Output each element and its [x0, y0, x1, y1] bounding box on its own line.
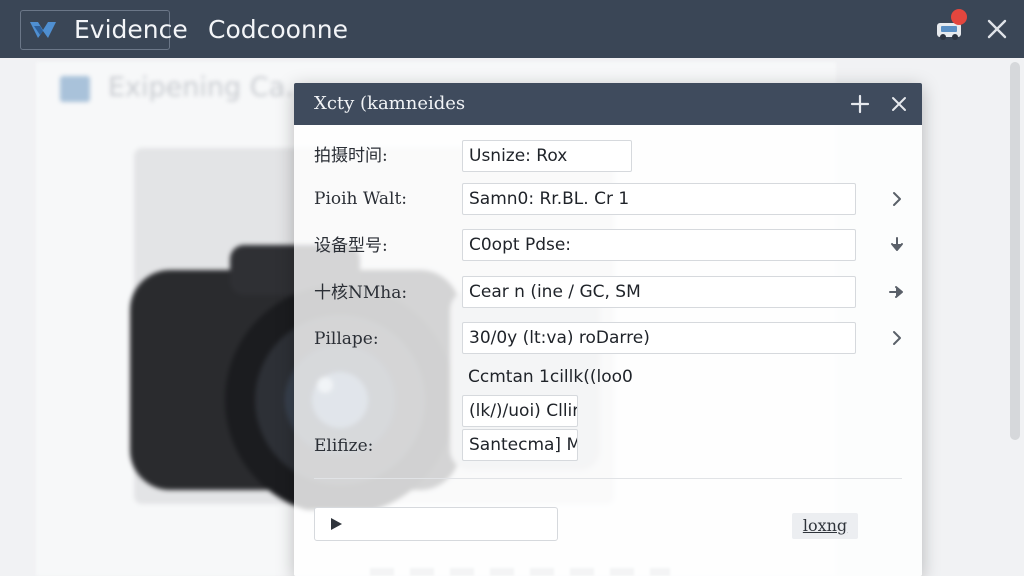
- add-icon[interactable]: [848, 92, 872, 116]
- brand-logo-icon: [30, 22, 56, 38]
- field-label-device-model: 设备型号:: [314, 236, 388, 256]
- background-heading: Exipening Ca...: [108, 72, 311, 103]
- chevron-right-icon[interactable]: [888, 190, 906, 208]
- field-value-capture-time[interactable]: Usnize: Rox: [462, 140, 632, 172]
- dialog-header: Xcty (kamneides: [294, 83, 922, 125]
- field-value-pillape[interactable]: 30/0y (lt:va) roDarre): [462, 322, 856, 354]
- field-label-elifize: Elifize:: [314, 436, 374, 456]
- field-value-device-model[interactable]: C0opt Pdse:: [462, 229, 856, 261]
- field-label-pillape: Pillape:: [314, 329, 379, 349]
- dialog-title: Xcty (kamneides: [314, 93, 466, 114]
- field-value-extra-2[interactable]: (lk/)/uoi) Cllire: [462, 395, 578, 427]
- background-heading-icon: [60, 76, 90, 102]
- app-title: Codcoonne: [208, 15, 349, 44]
- close-icon[interactable]: [890, 95, 908, 113]
- field-value-elifize[interactable]: Santecma] M: [462, 429, 578, 461]
- field-value-photo-width[interactable]: Samn0: Rr.BL. Cr 1: [462, 183, 856, 215]
- brand-title: Evidence: [74, 15, 188, 44]
- play-icon: [331, 518, 342, 530]
- chevron-right-icon[interactable]: [888, 329, 906, 347]
- app-header: Evidence Codcoonne: [0, 0, 1024, 58]
- arrow-right-icon[interactable]: [888, 283, 906, 301]
- field-label-photo-width: Pioih Walt:: [314, 189, 408, 209]
- field-label-capture-time: 拍摄时间:: [314, 146, 388, 166]
- arrow-down-icon[interactable]: [888, 236, 906, 254]
- field-value-core[interactable]: Cear n (ine / GC, SM: [462, 276, 856, 308]
- play-field[interactable]: [314, 507, 558, 541]
- properties-dialog: Xcty (kamneides 拍摄时间: Usnize: Rox Pioih …: [294, 83, 922, 576]
- log-button[interactable]: loxng: [792, 513, 858, 539]
- field-value-extra-1: Ccmtan 1cillk((loo0: [468, 367, 633, 387]
- close-icon[interactable]: [984, 16, 1010, 42]
- dialog-divider: [314, 478, 902, 479]
- page-scrollbar[interactable]: [1010, 62, 1020, 440]
- notification-badge: [951, 9, 967, 25]
- field-label-core: 十核NMha:: [314, 283, 408, 303]
